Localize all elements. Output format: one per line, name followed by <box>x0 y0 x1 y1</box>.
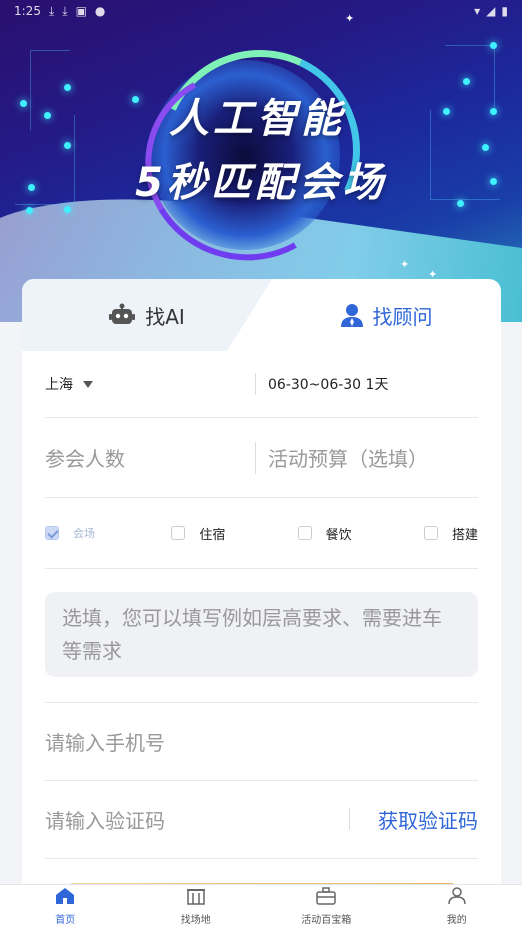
option-dining-checkbox[interactable]: 餐饮 <box>297 524 424 543</box>
divider <box>45 858 478 859</box>
code-input[interactable]: 请输入验证码 <box>45 805 165 834</box>
tab-find-consultant[interactable]: 找顾问 <box>272 279 501 351</box>
nav-label: 活动百宝箱 <box>301 915 352 926</box>
nav-profile[interactable]: 我的 <box>392 885 522 928</box>
remark-textarea[interactable]: 选填，您可以填写例如层高要求、需要进车等需求 <box>45 592 478 677</box>
download-icon: ⤓ <box>48 3 55 18</box>
nav-venue[interactable]: 找场地 <box>131 885 262 928</box>
attendees-input[interactable]: 参会人数 <box>45 443 255 472</box>
profile-icon <box>447 887 467 908</box>
nav-toolbox[interactable]: 活动百宝箱 <box>261 885 392 928</box>
battery-icon: ▮ <box>501 4 508 18</box>
nav-label: 我的 <box>446 915 467 926</box>
date-range-field[interactable]: 06-30~06-30 1天 <box>268 374 388 394</box>
phone-placeholder: 请输入手机号 <box>45 730 165 755</box>
divider <box>255 441 256 474</box>
nav-label: 首页 <box>55 915 76 926</box>
option-label: 会场 <box>73 527 95 540</box>
option-lodging-checkbox[interactable]: 住宿 <box>171 524 297 543</box>
divider <box>349 808 350 830</box>
option-label: 搭建 <box>451 527 478 543</box>
home-icon <box>55 887 75 908</box>
tab-find-ai[interactable]: 找AI <box>22 279 272 351</box>
wifi-icon: ▾ <box>474 4 481 18</box>
budget-input[interactable]: 活动预算（选填） <box>268 443 428 472</box>
tab-label: 找顾问 <box>372 304 433 329</box>
checkbox-icon <box>297 526 312 540</box>
mode-tabs: 找AI 找顾问 <box>22 279 501 351</box>
status-time: 1:25 <box>14 4 41 18</box>
option-setup-checkbox[interactable]: 搭建 <box>423 524 478 543</box>
code-row: 请输入验证码 获取验证码 <box>45 780 478 858</box>
phone-input[interactable]: 请输入手机号 <box>45 702 478 780</box>
nav-home[interactable]: 首页 <box>0 885 131 928</box>
download-icon: ⤓ <box>62 3 68 18</box>
attendees-budget-row: 参会人数 活动预算（选填） <box>45 418 478 498</box>
bottom-nav: 首页 找场地 活动百宝箱 我的 <box>0 884 522 928</box>
checkbox-icon <box>45 526 59 540</box>
venue-icon <box>186 887 206 908</box>
checkbox-icon <box>423 526 438 540</box>
checkbox-icon <box>171 526 186 540</box>
hero-title-line2: 5秒匹配会场 <box>135 160 387 206</box>
search-card: 找AI 找顾问 上海 06-30~06-30 1天 参会人数 活动预算（选填） … <box>22 279 501 919</box>
robot-icon <box>109 303 136 327</box>
app-icon: ▣ <box>75 4 87 18</box>
get-code-button[interactable]: 获取验证码 <box>349 805 478 834</box>
divider <box>255 373 256 395</box>
service-options-row: 会场 住宿 餐饮 搭建 <box>45 498 478 569</box>
tab-label: 找AI <box>145 304 185 329</box>
option-label: 住宿 <box>199 527 226 543</box>
city-date-row: 上海 06-30~06-30 1天 <box>45 351 478 418</box>
status-bar: 1:25 ⤓ ⤓ ▣ ● ▾ ◢ ▮ <box>0 0 522 22</box>
get-code-label: 获取验证码 <box>378 808 478 833</box>
chevron-down-icon <box>83 380 93 388</box>
signal-icon: ◢ <box>486 4 496 18</box>
hero-title-line1: 人工智能 <box>169 96 345 142</box>
consultant-icon <box>340 303 363 327</box>
option-venue-checkbox[interactable]: 会场 <box>45 525 171 541</box>
nav-label: 找场地 <box>180 915 211 926</box>
city-value: 上海 <box>45 377 73 393</box>
app-icon: ● <box>94 4 106 18</box>
option-label: 餐饮 <box>325 527 352 543</box>
city-selector[interactable]: 上海 <box>45 374 255 394</box>
toolbox-icon <box>316 887 336 908</box>
